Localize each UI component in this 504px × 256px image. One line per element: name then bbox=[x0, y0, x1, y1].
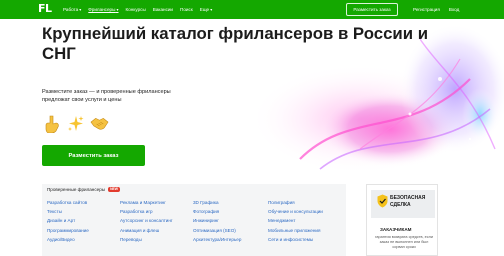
category-link[interactable]: Реклама и Маркетинг bbox=[120, 199, 173, 206]
category-link[interactable]: Полиграфия bbox=[268, 199, 323, 206]
nav-item-vacancies[interactable]: Вакансии bbox=[153, 7, 173, 12]
post-order-header-button[interactable]: Разместить заказ bbox=[346, 3, 398, 16]
top-navigation-bar: FL Работа Фрилансеры Конкурсы Вакансии П… bbox=[0, 0, 504, 19]
hero-emoji-row bbox=[42, 114, 109, 134]
category-link[interactable]: Дизайн и Арт bbox=[47, 217, 89, 224]
category-link[interactable]: Инжиниринг bbox=[193, 217, 241, 224]
nav-item-more[interactable]: Еще bbox=[200, 7, 212, 12]
category-link[interactable]: Мобильные приложения bbox=[268, 227, 323, 234]
category-link[interactable]: Фотография bbox=[193, 208, 241, 215]
safe-deal-title-line1: БЕЗОПАСНАЯ bbox=[390, 195, 426, 201]
category-link[interactable]: Аудио/Видео bbox=[47, 236, 89, 243]
safe-deal-card[interactable]: БЕЗОПАСНАЯ СДЕЛКА ЗАКАЗЧИКАМ гарантия во… bbox=[366, 184, 438, 256]
catalog-column-4: Полиграфия Обучение и консультации Менед… bbox=[268, 199, 323, 243]
nav-item-freelancers[interactable]: Фрилансеры bbox=[88, 7, 118, 12]
safe-deal-header: БЕЗОПАСНАЯ СДЕЛКА bbox=[371, 190, 435, 218]
register-link[interactable]: Регистрация bbox=[413, 7, 440, 12]
category-link[interactable]: Разработка игр bbox=[120, 208, 173, 215]
hero-title: Крупнейший каталог фрилансеров в России … bbox=[42, 24, 429, 63]
category-link[interactable]: Сети и инфосистемы bbox=[268, 236, 323, 243]
handshake-icon bbox=[90, 114, 109, 134]
safe-deal-title-line2: СДЕЛКА bbox=[390, 201, 411, 208]
nav-item-search[interactable]: Поиск bbox=[180, 7, 193, 12]
category-link[interactable]: Переводы bbox=[120, 236, 173, 243]
fl-logo[interactable]: FL bbox=[38, 2, 52, 15]
safe-deal-audience: ЗАКАЗЧИКАМ bbox=[380, 227, 412, 232]
login-link[interactable]: Вход bbox=[449, 7, 459, 12]
post-order-button[interactable]: Разместить заказ bbox=[42, 145, 145, 166]
nav-item-contests[interactable]: Конкурсы bbox=[126, 7, 146, 12]
catalog-heading: Проверенные фрилансеры NEW bbox=[47, 187, 120, 192]
category-link[interactable]: Архитектура/Интерьер bbox=[193, 236, 241, 243]
category-link[interactable]: Оптимизация (SEO) bbox=[193, 227, 241, 234]
nav-item-work[interactable]: Работа bbox=[63, 7, 81, 12]
category-link[interactable]: Программирование bbox=[47, 227, 89, 234]
category-link[interactable]: 3D Графика bbox=[193, 199, 241, 206]
category-link[interactable]: Разработка сайтов bbox=[47, 199, 89, 206]
catalog-heading-text[interactable]: Проверенные фрилансеры bbox=[47, 187, 105, 192]
sparkles-icon bbox=[66, 114, 85, 134]
hero-subtitle: Разместите заказ — и проверенные фриланс… bbox=[42, 89, 171, 103]
pointing-hand-icon bbox=[42, 114, 61, 134]
shield-icon bbox=[377, 194, 388, 208]
category-link[interactable]: Аутсорсинг и консалтинг bbox=[120, 217, 173, 224]
auth-links: Регистрация Вход bbox=[413, 0, 459, 19]
catalog-column-1: Разработка сайтов Тексты Дизайн и Арт Пр… bbox=[47, 199, 89, 243]
catalog-column-2: Реклама и Маркетинг Разработка игр Аутсо… bbox=[120, 199, 173, 243]
safe-deal-description: гарантия возврата средств, если заказ не… bbox=[375, 235, 433, 249]
freelancer-catalog: Проверенные фрилансеры NEW Разработка са… bbox=[42, 184, 346, 256]
category-link[interactable]: Тексты bbox=[47, 208, 89, 215]
main-nav: Работа Фрилансеры Конкурсы Вакансии Поис… bbox=[63, 0, 212, 19]
category-link[interactable]: Менеджмент bbox=[268, 217, 323, 224]
catalog-column-3: 3D Графика Фотография Инжиниринг Оптимиз… bbox=[193, 199, 241, 243]
category-link[interactable]: Анимация и флеш bbox=[120, 227, 173, 234]
safe-deal-title: БЕЗОПАСНАЯ СДЕЛКА bbox=[390, 195, 425, 208]
category-link[interactable]: Обучение и консультации bbox=[268, 208, 323, 215]
new-badge: NEW bbox=[108, 187, 120, 192]
